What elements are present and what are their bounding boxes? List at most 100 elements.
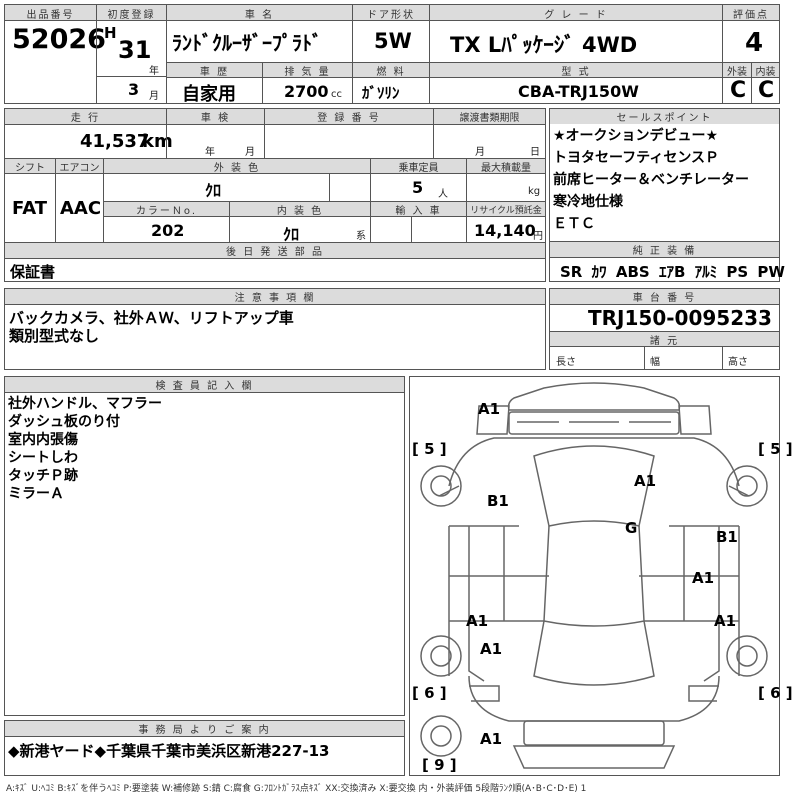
color-no: 202 bbox=[151, 221, 185, 240]
load-unit: kg bbox=[528, 186, 541, 197]
lot-label: 出品番号 bbox=[5, 5, 96, 21]
equipment-list: SR ｶﾜ ABS ｴｱB ｱﾙﾐ PS PW bbox=[560, 261, 785, 282]
chassis-number: TRJ150-0095233 bbox=[588, 306, 772, 330]
damage-mark: G bbox=[625, 519, 638, 537]
displacement-label: 排 気 量 bbox=[263, 63, 352, 78]
inspector-line: 室内内張傷 bbox=[8, 432, 78, 448]
office-label: 事 務 局 よ り ご 案 内 bbox=[5, 721, 404, 736]
inspector-label: 検 査 員 記 入 欄 bbox=[5, 377, 404, 392]
capacity-label: 乗車定員 bbox=[371, 159, 466, 174]
reg-month: 3 bbox=[128, 80, 140, 99]
damage-mark: B1 bbox=[716, 528, 738, 546]
width-label: 幅 bbox=[650, 357, 660, 368]
grade: TX Lﾊﾟｯｹｰｼﾞ 4WD bbox=[450, 33, 638, 57]
inspector-list: 社外ハンドル、マフラー ダッシュ板のり付 室内内張傷 シートしわ タッチＰ跡 ミ… bbox=[8, 395, 162, 503]
damage-mark: A1 bbox=[480, 640, 503, 658]
capacity-unit: 人 bbox=[438, 189, 448, 200]
inspector-line: ミラーＡ bbox=[8, 486, 64, 502]
transfer-day: 日 bbox=[530, 147, 540, 158]
inspection-label: 車 検 bbox=[167, 109, 264, 124]
tire-depth-front-right: [ 5 ] bbox=[758, 440, 793, 458]
note-line: バックカメラ、社外ＡＷ、リフトアップ車 bbox=[9, 309, 294, 327]
registration-label: 登 録 番 号 bbox=[265, 109, 433, 124]
transfer-label: 譲渡書類期限 bbox=[434, 109, 545, 124]
damage-mark: A1 bbox=[466, 612, 489, 630]
mileage-unit: km bbox=[142, 131, 173, 152]
mileage-label: 走 行 bbox=[5, 109, 166, 124]
sales-point: トヨタセーフティセンスＰ bbox=[553, 150, 720, 166]
tire-depth-spare: [ 9 ] bbox=[422, 756, 457, 774]
grade-label: グ レ ー ド bbox=[430, 5, 722, 21]
interior-label: 内装 bbox=[752, 63, 779, 78]
displacement: 2700 bbox=[284, 82, 329, 101]
displacement-unit: cc bbox=[331, 89, 342, 100]
color-no-label: カラーＮo. bbox=[104, 202, 229, 217]
note-line: 類別型式なし bbox=[9, 327, 100, 345]
ac-label: エアコン bbox=[56, 159, 103, 174]
color: ｸﾛ bbox=[205, 181, 222, 200]
length-label: 長さ bbox=[556, 357, 576, 368]
damage-mark: A1 bbox=[714, 612, 737, 630]
capacity: 5 bbox=[412, 178, 424, 197]
score-label: 評価点 bbox=[723, 5, 779, 21]
fuel-label: 燃 料 bbox=[353, 63, 429, 78]
inspector-line: タッチＰ跡 bbox=[8, 468, 78, 484]
model-code: CBA-TRJ150W bbox=[518, 82, 639, 101]
later-label: 後 日 発 送 部 品 bbox=[5, 243, 545, 258]
int-color-label: 内 装 色 bbox=[230, 202, 370, 217]
sales-points-label: セールスポイント bbox=[550, 109, 779, 124]
model-label: 型 式 bbox=[430, 63, 722, 78]
fuel: ｶﾞｿﾘﾝ bbox=[362, 84, 400, 102]
notes-list: バックカメラ、社外ＡＷ、リフトアップ車 類別型式なし bbox=[9, 309, 294, 345]
car-name: ﾗﾝﾄﾞｸﾙｰｻﾞｰﾌﾟﾗﾄﾞ bbox=[172, 31, 322, 55]
import-label: 輸 入 車 bbox=[371, 202, 466, 217]
legend: A:ｷｽﾞ U:ﾍｺﾐ B:ｷｽﾞを伴うﾍｺﾐ P:要塗装 W:補修跡 S:錆 … bbox=[6, 784, 587, 794]
car-diagram bbox=[420, 382, 768, 769]
dims-label: 諸 元 bbox=[550, 332, 779, 347]
inspection-year: 年 bbox=[205, 147, 215, 158]
lot-number: 52026 bbox=[12, 24, 106, 55]
ac: AAC bbox=[60, 198, 102, 219]
equipment-item: PS bbox=[726, 263, 749, 281]
damage-mark: A1 bbox=[634, 472, 657, 490]
inspector-line: シートしわ bbox=[8, 450, 78, 466]
inspection-month: 月 bbox=[245, 147, 255, 158]
tire-depth-front-left: [ 5 ] bbox=[412, 440, 447, 458]
sales-point: ＥＴＣ bbox=[553, 216, 595, 232]
color-label: 外 装 色 bbox=[104, 159, 370, 174]
equipment-item: ｱﾙﾐ bbox=[694, 263, 718, 281]
inspector-line: ダッシュ板のり付 bbox=[8, 414, 120, 430]
equipment-item: ｴｱB bbox=[658, 263, 686, 281]
car-name-label: 車 名 bbox=[167, 5, 352, 21]
equipment-item: SR bbox=[560, 263, 583, 281]
load-label: 最大積載量 bbox=[467, 159, 545, 174]
transfer-month: 月 bbox=[475, 147, 485, 158]
damage-mark: A1 bbox=[692, 569, 715, 587]
era: H bbox=[104, 24, 117, 42]
equipment-item: ABS bbox=[615, 263, 650, 281]
office-text: ◆新港ヤード◆千葉県千葉市美浜区新港227-13 bbox=[8, 742, 330, 760]
year-unit: 年 bbox=[149, 66, 159, 77]
damage-mark: A1 bbox=[478, 400, 501, 418]
height-label: 高さ bbox=[728, 357, 748, 368]
history: 自家用 bbox=[182, 84, 236, 105]
int-color-unit: 系 bbox=[356, 231, 366, 242]
month-unit: 月 bbox=[149, 91, 159, 102]
sales-points-list: ★オークションデビュー★ トヨタセーフティセンスＰ 前席ヒーター＆ベンチレーター… bbox=[553, 127, 749, 233]
doors-label: ドア形状 bbox=[353, 5, 429, 21]
interior-grade: C bbox=[758, 78, 775, 103]
shift-label: シフト bbox=[5, 159, 55, 174]
damage-mark: B1 bbox=[487, 492, 509, 510]
inspector-line: 社外ハンドル、マフラー bbox=[8, 396, 162, 412]
shift: FAT bbox=[12, 198, 48, 219]
exterior-label: 外装 bbox=[723, 63, 751, 78]
chassis-label: 車 台 番 号 bbox=[550, 289, 779, 304]
history-label: 車 歴 bbox=[167, 63, 262, 78]
tire-depth-rear-right: [ 6 ] bbox=[758, 684, 793, 702]
recycle-unit: 円 bbox=[533, 231, 543, 242]
later-parts: 保証書 bbox=[10, 263, 56, 281]
damage-mark: A1 bbox=[480, 730, 503, 748]
equipment-label: 純 正 装 備 bbox=[550, 242, 779, 257]
doors: 5W bbox=[374, 29, 412, 53]
reg-year: 31 bbox=[118, 36, 152, 64]
